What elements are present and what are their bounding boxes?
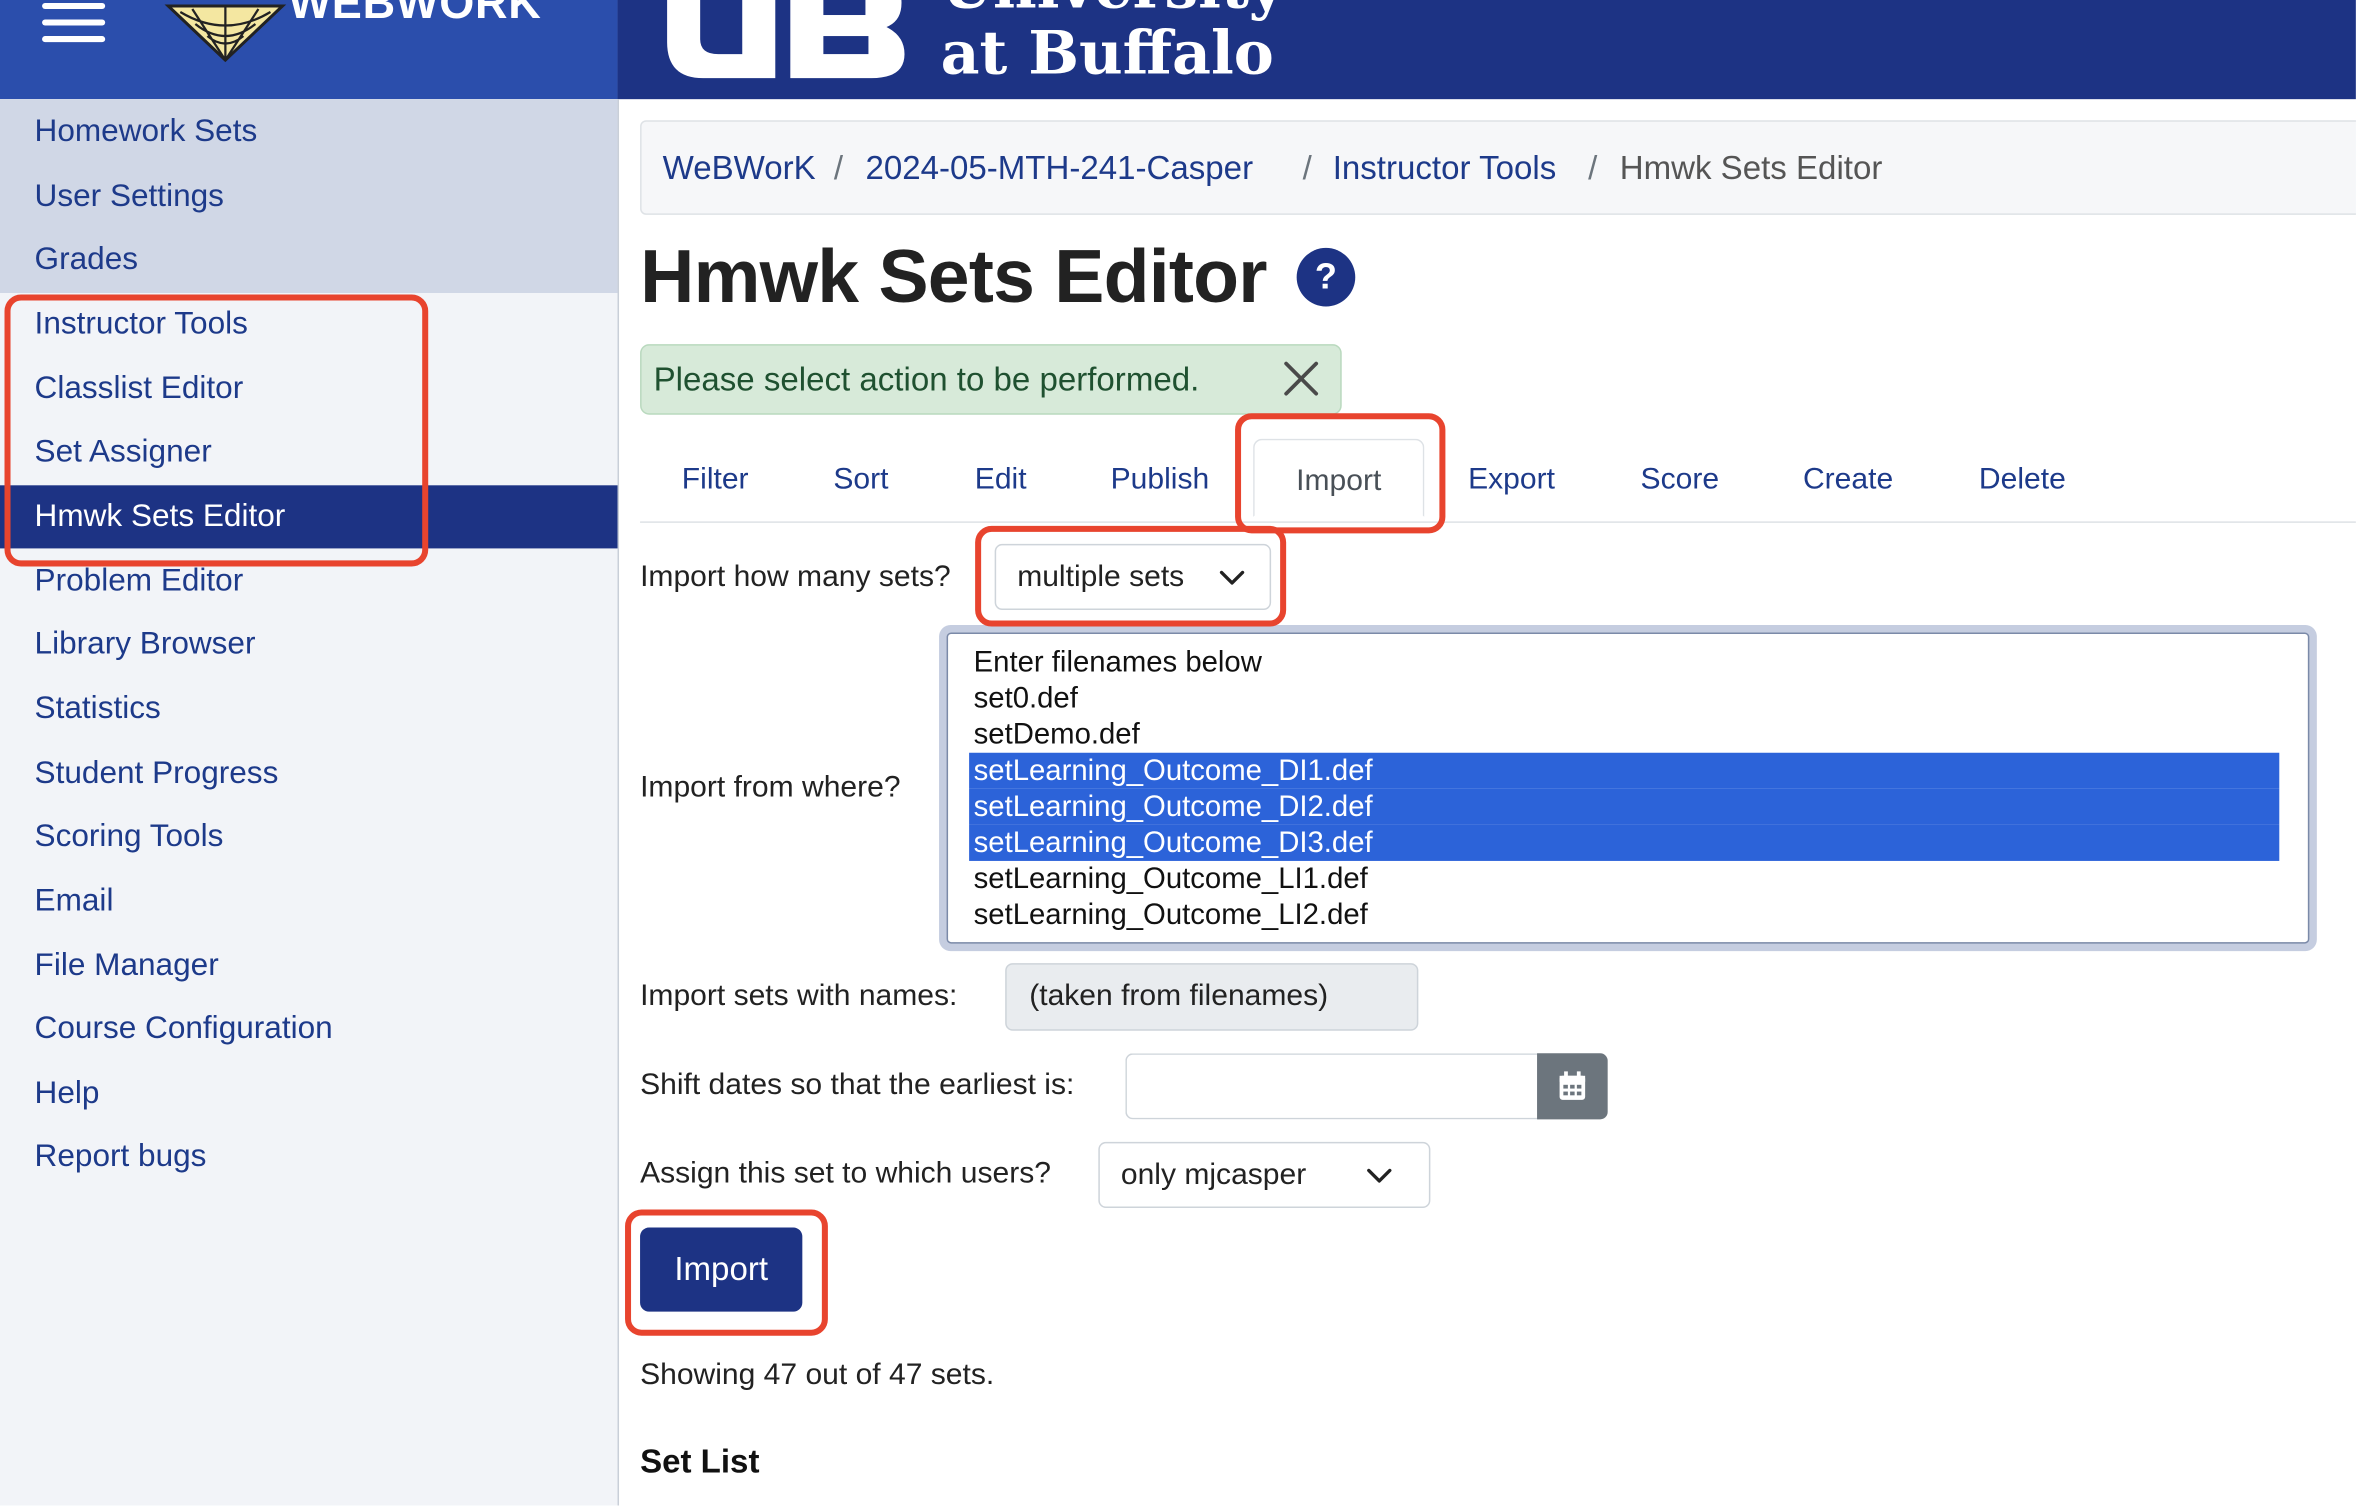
webwork-logo-text[interactable]: WEBWORK — [288, 0, 541, 30]
sidebar-item-classlist-editor[interactable]: Classlist Editor — [0, 358, 618, 421]
sidebar-item-homework-sets[interactable]: Homework Sets — [0, 101, 618, 164]
tab-score[interactable]: Score — [1623, 445, 1737, 517]
tab-edit[interactable]: Edit — [956, 445, 1046, 517]
breadcrumb-separator: / — [1588, 148, 1598, 187]
breadcrumb-separator: / — [833, 148, 844, 187]
chevron-down-icon — [1367, 1168, 1392, 1183]
sidebar-item-student-progress[interactable]: Student Progress — [0, 742, 618, 805]
set-list-heading: Set List — [640, 1442, 760, 1480]
university-banner: University at Buffalo — [617, 0, 2356, 100]
from-where-label: Import from where? — [640, 770, 901, 804]
how-many-label: Import how many sets? — [640, 560, 951, 594]
sidebar-item-report-bugs[interactable]: Report bugs — [0, 1125, 618, 1188]
tab-export[interactable]: Export — [1451, 445, 1571, 517]
university-line-2: at Buffalo — [940, 18, 1274, 89]
how-many-value: multiple sets — [1017, 560, 1185, 594]
list-item-selected[interactable]: setLearning_Outcome_DI3.def — [969, 824, 2280, 861]
assign-users-value: only mjcasper — [1120, 1158, 1307, 1192]
list-item[interactable]: setLearning_Outcome_LI2.def — [969, 897, 2279, 933]
breadcrumb-separator: / — [1302, 148, 1312, 187]
list-item[interactable]: setLearning_Outcome_LI1.def — [969, 861, 2279, 897]
sidebar-item-file-manager[interactable]: File Manager — [0, 935, 618, 998]
list-item[interactable]: Enter filenames below — [969, 645, 2279, 681]
breadcrumb-instructor-tools[interactable]: Instructor Tools — [1333, 149, 1557, 188]
shift-dates-label: Shift dates so that the earliest is: — [640, 1068, 1075, 1102]
calendar-icon — [1559, 1071, 1586, 1100]
help-icon[interactable]: ? — [1296, 247, 1356, 307]
sidebar-item-library-browser[interactable]: Library Browser — [0, 613, 618, 676]
breadcrumb-webwork[interactable]: WeBWorK — [663, 149, 816, 188]
names-label: Import sets with names: — [640, 979, 958, 1013]
sidebar-item-hmwk-sets-editor[interactable]: Hmwk Sets Editor — [0, 485, 618, 549]
calendar-button[interactable] — [1537, 1053, 1608, 1120]
sidebar-item-problem-editor[interactable]: Problem Editor — [0, 550, 618, 613]
tab-sort[interactable]: Sort — [811, 445, 910, 517]
list-item-selected[interactable]: setLearning_Outcome_DI1.def — [969, 752, 2280, 789]
tab-filter[interactable]: Filter — [661, 445, 769, 517]
list-item[interactable]: set0.def — [969, 681, 2279, 717]
file-listbox[interactable]: Enter filenames below set0.def setDemo.d… — [946, 632, 2310, 944]
sidebar-item-set-assigner[interactable]: Set Assigner — [0, 421, 618, 484]
list-item[interactable]: setDemo.def — [969, 717, 2279, 753]
import-button[interactable]: Import — [640, 1227, 803, 1312]
university-name: University at Buffalo — [941, 0, 1284, 87]
sidebar-item-course-configuration[interactable]: Course Configuration — [0, 998, 618, 1061]
tabs-divider — [640, 521, 2356, 523]
logo-area: WEBWORK — [0, 0, 618, 100]
alert-message: Please select action to be performed. — [653, 360, 1200, 399]
tab-import[interactable]: Import — [1253, 438, 1425, 517]
sidebar-item-instructor-tools[interactable]: Instructor Tools — [0, 293, 618, 356]
sidebar-item-user-settings[interactable]: User Settings — [0, 165, 618, 228]
sidebar-item-scoring-tools[interactable]: Scoring Tools — [0, 805, 618, 868]
status-alert: Please select action to be performed. — [640, 344, 1342, 415]
breadcrumb-current: Hmwk Sets Editor — [1619, 148, 1883, 187]
tab-delete[interactable]: Delete — [1959, 445, 2085, 517]
sidebar-item-statistics[interactable]: Statistics — [0, 678, 618, 741]
sidebar-item-grades[interactable]: Grades — [0, 228, 618, 291]
names-field: (taken from filenames) — [1005, 963, 1419, 1031]
menu-icon[interactable] — [42, 3, 106, 43]
showing-sets-count: Showing 47 out of 47 sets. — [640, 1358, 995, 1392]
top-header: WEBWORK University at Buffalo — [0, 0, 2356, 100]
sidebar-item-email[interactable]: Email — [0, 870, 618, 933]
tab-create[interactable]: Create — [1785, 445, 1911, 517]
sidebar-item-help[interactable]: Help — [0, 1062, 618, 1125]
how-many-select[interactable]: multiple sets — [994, 543, 1272, 611]
assign-users-select[interactable]: only mjcasper — [1098, 1141, 1431, 1209]
page-title: Hmwk Sets Editor — [640, 234, 1267, 319]
breadcrumb: WeBWorK / 2024-05-MTH-241-Casper / Instr… — [640, 120, 2356, 215]
assign-users-label: Assign this set to which users? — [640, 1156, 1051, 1190]
list-item-selected[interactable]: setLearning_Outcome_DI2.def — [969, 788, 2280, 825]
chevron-down-icon — [1219, 570, 1245, 585]
names-value: (taken from filenames) — [1029, 979, 1329, 1013]
tab-publish[interactable]: Publish — [1091, 445, 1229, 517]
close-icon[interactable] — [1282, 359, 1321, 398]
shift-date-input[interactable] — [1125, 1053, 1541, 1120]
breadcrumb-course[interactable]: 2024-05-MTH-241-Casper — [865, 149, 1253, 188]
ub-logo-icon[interactable] — [658, 0, 907, 84]
spiderweb-logo-icon[interactable] — [162, 0, 288, 63]
